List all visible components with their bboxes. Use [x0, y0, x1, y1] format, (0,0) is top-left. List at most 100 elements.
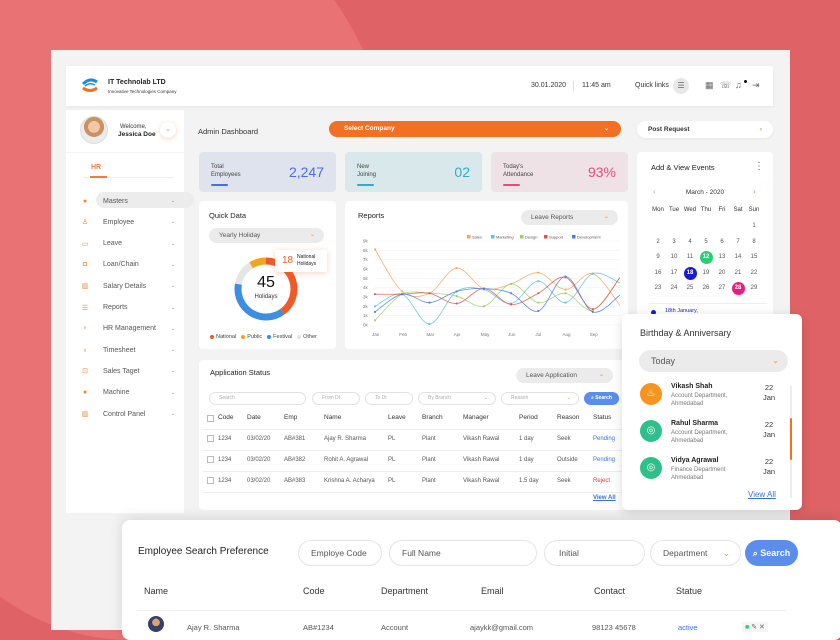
calendar-day[interactable]: 26 — [700, 282, 713, 295]
more-options-icon[interactable]: ⋮ — [754, 161, 764, 172]
data-point-marketing[interactable] — [537, 280, 540, 283]
sidebar-item-reports[interactable]: ☰ Reports ⌄ — [80, 300, 192, 316]
column-header[interactable]: Branch — [422, 414, 443, 421]
data-point-marketing[interactable] — [564, 301, 567, 304]
data-point-sales[interactable] — [374, 248, 376, 251]
calendar-day[interactable]: 25 — [684, 282, 697, 295]
calendar-day[interactable]: 14 — [732, 251, 745, 264]
column-header[interactable]: Date — [247, 414, 261, 421]
calendar-day[interactable]: 10 — [668, 251, 681, 264]
cell-status[interactable]: Pending — [593, 457, 615, 463]
sidebar-item-control-panel[interactable]: ▥ Control Panel ⌄ — [80, 406, 192, 422]
employee-code-input[interactable]: Employe Code — [298, 540, 382, 566]
menu-icon[interactable]: ☰ — [673, 78, 689, 94]
data-point-development[interactable] — [374, 311, 376, 313]
sidebar-item-leave[interactable]: ▭ Leave ⌄ — [80, 236, 192, 252]
initial-input[interactable]: Initial — [544, 540, 645, 566]
employee-search-button[interactable]: ⌕ Search — [745, 540, 798, 566]
tab-hr[interactable]: HR — [91, 164, 101, 171]
data-point-design[interactable] — [482, 305, 485, 308]
column-header[interactable]: Period — [519, 414, 538, 421]
birthday-list-item[interactable]: ◎ Vidya Agrawal Finance Department Ahmedaba… — [640, 457, 790, 493]
calendar-day[interactable]: 20 — [716, 267, 729, 280]
calendar-day[interactable]: 24 — [668, 282, 681, 295]
row-checkbox[interactable] — [207, 435, 214, 442]
calendar-day[interactable]: 9 — [652, 251, 665, 264]
data-point-marketing[interactable] — [374, 305, 376, 308]
chat-icon[interactable]: ☏ — [720, 80, 731, 91]
full-name-input[interactable]: Full Name — [389, 540, 537, 566]
leave-application-dropdown[interactable]: Leave Application ⌄ — [516, 368, 613, 383]
stat-card-new-joining[interactable]: New Joining 02 — [345, 152, 482, 192]
calendar-day[interactable]: 7 — [732, 236, 745, 249]
calendar-day[interactable]: 12 — [699, 251, 713, 264]
data-point-development[interactable] — [401, 293, 404, 296]
calendar-day[interactable]: 2 — [652, 236, 665, 249]
calendar-day[interactable]: 27 — [716, 282, 729, 295]
data-point-development[interactable] — [564, 275, 567, 278]
select-all-checkbox[interactable] — [207, 415, 214, 422]
birthday-list-item[interactable]: ◎ Rahul Sharma Account Department, Ahmedaba… — [640, 420, 790, 456]
quick-links-label[interactable]: Quick links — [635, 82, 669, 89]
calendar-day[interactable]: 29 — [748, 282, 761, 295]
yearly-holiday-dropdown[interactable]: Yearly Holiday ⌄ — [209, 228, 324, 243]
column-header[interactable]: Manager — [463, 414, 489, 421]
column-header[interactable]: Status — [593, 414, 611, 421]
data-point-development[interactable] — [591, 311, 594, 313]
column-header[interactable]: Name — [324, 414, 341, 421]
sidebar-item-hr-management[interactable]: ♀ HR Management ⌄ — [80, 321, 192, 337]
calendar-icon[interactable]: ▦ — [705, 80, 714, 91]
row-checkbox[interactable] — [207, 477, 214, 484]
sidebar-item-loan-chain[interactable]: ◘ Loan/Chain ⌄ — [80, 257, 192, 273]
from-date-input[interactable]: From Dt — [312, 392, 360, 405]
data-point-support[interactable] — [537, 292, 540, 295]
data-point-design[interactable] — [564, 292, 567, 295]
search-input[interactable]: Search — [209, 392, 306, 405]
calendar-day[interactable]: 15 — [748, 251, 761, 264]
calendar-day[interactable]: 11 — [684, 251, 697, 264]
calendar-day[interactable]: 18 — [683, 266, 697, 280]
data-point-marketing[interactable] — [428, 323, 431, 325]
cell-status[interactable]: Reject — [593, 478, 610, 484]
column-header[interactable]: Email — [481, 586, 504, 596]
department-select[interactable]: Department ⌄ — [650, 540, 741, 566]
cell-status[interactable]: Pending — [593, 436, 615, 442]
view-all-link[interactable]: View All — [593, 495, 616, 501]
data-point-sales[interactable] — [455, 267, 458, 269]
calendar-day[interactable]: 13 — [716, 251, 729, 264]
sidebar-item-sales-taget[interactable]: ⊡ Sales Taget ⌄ — [80, 363, 192, 379]
data-point-design[interactable] — [455, 295, 458, 297]
profile-menu-chevron-icon[interactable]: ⌄ — [160, 122, 176, 138]
series-line-marketing[interactable] — [374, 272, 621, 325]
column-header[interactable]: Contact — [594, 586, 625, 596]
data-point-sales[interactable] — [537, 271, 540, 274]
column-header[interactable]: Department — [381, 586, 428, 596]
data-point-development[interactable] — [455, 290, 458, 293]
data-point-design[interactable] — [537, 301, 540, 304]
to-date-input[interactable]: To Dt — [365, 392, 413, 405]
data-point-sales[interactable] — [564, 288, 567, 291]
data-point-development[interactable] — [482, 287, 485, 290]
calendar-day[interactable]: 21 — [732, 267, 745, 280]
calendar-day[interactable]: 28 — [731, 282, 745, 295]
next-month-icon[interactable]: › — [753, 187, 756, 196]
calendar-day[interactable]: 5 — [700, 236, 713, 249]
sidebar-item-employee[interactable]: ♙ Employee ⌄ — [80, 214, 192, 230]
data-point-sales[interactable] — [401, 290, 404, 293]
donut-slice-public[interactable] — [249, 257, 267, 269]
column-header[interactable]: Emp — [284, 414, 297, 421]
column-header[interactable]: Code — [303, 586, 325, 596]
view-all-link[interactable]: View All — [748, 490, 776, 499]
sidebar-item-masters[interactable]: ● Masters ⌄ — [80, 192, 194, 209]
calendar-day[interactable]: 6 — [716, 236, 729, 249]
bell-icon[interactable]: ♫ — [735, 80, 742, 90]
leave-reports-dropdown[interactable]: Leave Reports ⌄ — [521, 210, 618, 225]
stat-card-attendance[interactable]: Today's Attendance 93% — [491, 152, 628, 192]
application-search-button[interactable]: ⌕ Search — [584, 392, 619, 405]
sidebar-item-machine[interactable]: ● Machine ⌄ — [80, 385, 192, 401]
data-point-marketing[interactable] — [591, 272, 594, 275]
column-header[interactable]: Code — [218, 414, 234, 421]
calendar-day[interactable]: 3 — [668, 236, 681, 249]
data-point-development[interactable] — [428, 301, 431, 304]
post-request-button[interactable]: Post Request › — [637, 121, 773, 138]
